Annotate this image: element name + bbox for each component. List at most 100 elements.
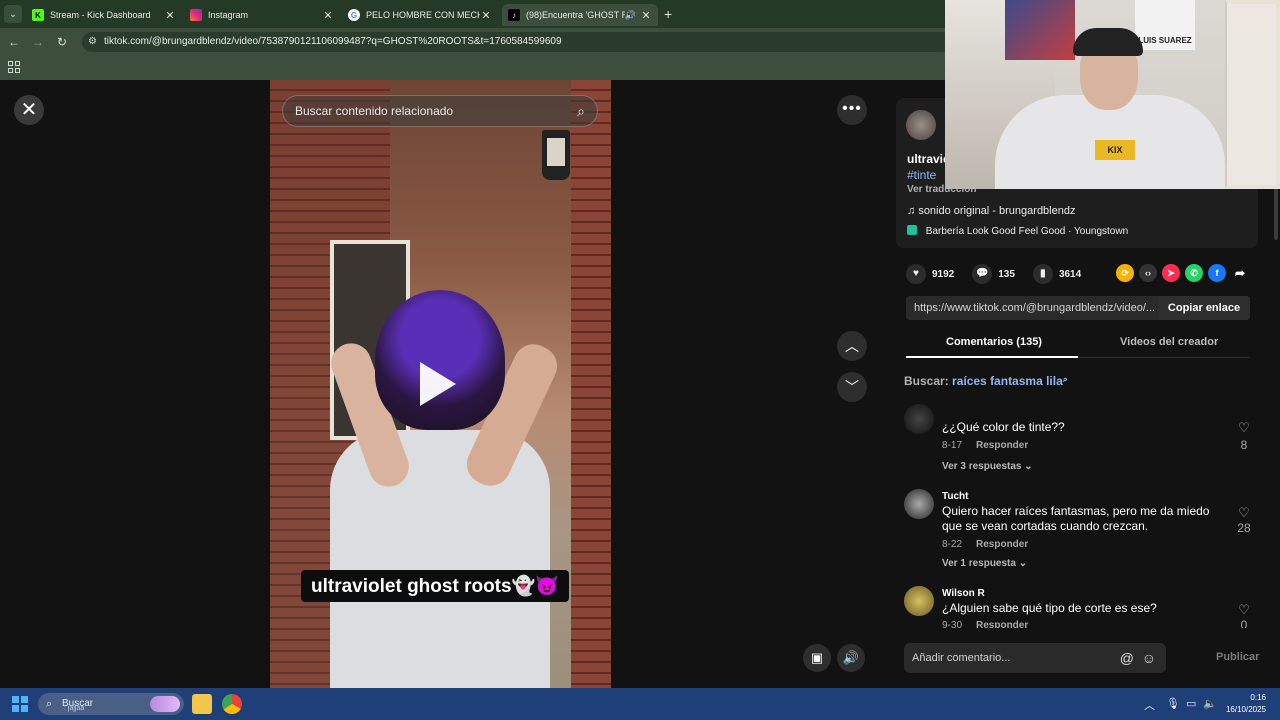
sound-link[interactable]: ♫ sonido original - brungardblendz xyxy=(907,205,1075,217)
share-arrow-icon[interactable]: ➦ xyxy=(1231,264,1249,282)
video-player[interactable]: Buscar contenido relacionado ⌕ ultraviol… xyxy=(270,80,611,688)
embed-icon[interactable]: ‹› xyxy=(1139,264,1157,282)
related-search-input[interactable]: Buscar contenido relacionado ⌕ xyxy=(282,95,598,127)
comment-text: Quiero hacer raíces fantasmas, pero me d… xyxy=(942,504,1210,533)
reply-button[interactable]: Responder xyxy=(976,440,1028,451)
previous-video-button[interactable]: ︿ xyxy=(837,331,867,361)
windows-start-icon[interactable] xyxy=(12,696,28,712)
webcam-overlay: LUIS SUAREZ KIX xyxy=(945,0,1280,189)
volume-icon[interactable]: 🔊 xyxy=(837,644,865,672)
reply-button[interactable]: Responder xyxy=(976,620,1028,628)
comment-like-count: 0 xyxy=(1240,618,1248,628)
reply-button[interactable]: Responder xyxy=(976,539,1028,550)
close-tab-icon[interactable]: ✕ xyxy=(164,9,176,22)
heart-icon: ♥ xyxy=(906,264,926,284)
video-stage: ✕ Buscar contenido relacionado ⌕ ultravi… xyxy=(0,80,882,688)
comment-item: Tucht Quiero hacer raíces fantasmas, per… xyxy=(904,489,1254,579)
tab-search-button[interactable]: ⌄ xyxy=(4,5,22,23)
music-note-icon: ♫ xyxy=(907,205,919,217)
close-tab-icon[interactable]: ✕ xyxy=(480,9,492,22)
tab-google-search[interactable]: G PELO HOMBRE CON MECHAS ✕ xyxy=(342,4,498,26)
comment-button[interactable]: 💬 135 xyxy=(972,264,1015,284)
repost-icon[interactable]: ⟳ xyxy=(1116,264,1134,282)
close-tab-icon[interactable]: ✕ xyxy=(640,9,652,22)
location-label: Barbería Look Good Feel Good · Youngstow… xyxy=(925,226,1129,237)
comment-like-icon[interactable]: ♡ xyxy=(1234,602,1254,618)
url-bar[interactable]: ⚙ tiktok.com/@brungardblendz/video/75387… xyxy=(82,32,952,52)
instagram-icon xyxy=(190,9,202,21)
related-search-placeholder: Buscar contenido relacionado xyxy=(295,104,454,118)
save-button[interactable]: ▮ 3614 xyxy=(1032,264,1081,284)
new-tab-button[interactable]: + xyxy=(664,6,672,22)
system-clock[interactable]: 0:16 16/10/2025 xyxy=(1226,692,1266,716)
url-text: tiktok.com/@brungardblendz/video/7538790… xyxy=(104,36,562,47)
active-tab-indicator xyxy=(906,356,1078,358)
location-link[interactable]: Barbería Look Good Feel Good · Youngstow… xyxy=(907,225,1128,237)
search-icon: ⌕ xyxy=(46,698,53,710)
suggestion-prefix: Buscar: xyxy=(904,374,949,388)
commenter-avatar[interactable] xyxy=(904,489,934,519)
hashtag-link[interactable]: #tinte xyxy=(907,168,936,182)
forward-icon[interactable]: → xyxy=(30,34,46,50)
tab-instagram[interactable]: Instagram ✕ xyxy=(184,4,340,26)
like-button[interactable]: ♥ 9192 xyxy=(906,264,954,284)
microphone-icon[interactable]: 🎙 xyxy=(1166,697,1180,710)
tab-tiktok[interactable]: ♪ (98)Encuentra 'GHOST ROO 🔊 ✕ xyxy=(502,4,658,26)
video-frame-person xyxy=(330,430,550,688)
close-tab-icon[interactable]: ✕ xyxy=(322,9,334,22)
webcam-poster xyxy=(1005,0,1075,60)
video-link-text: https://www.tiktok.com/@brungardblendz/v… xyxy=(914,302,1156,314)
search-icon[interactable]: ⌕ xyxy=(577,96,585,126)
file-explorer-icon[interactable] xyxy=(192,694,212,714)
facebook-icon[interactable]: f xyxy=(1208,264,1226,282)
comment-date: 8-17 xyxy=(942,440,963,451)
copy-link-button[interactable]: Copiar enlace xyxy=(1158,296,1250,320)
view-replies-button[interactable]: Ver 3 respuestas ⌄ xyxy=(942,461,1033,472)
bookmark-icon: ▮ xyxy=(1032,264,1053,284)
emoji-icon[interactable]: ☺ xyxy=(1142,643,1156,673)
floating-player-icon[interactable]: ▣ xyxy=(803,644,831,672)
publish-button[interactable]: Publicar xyxy=(1216,651,1259,663)
like-count: 9192 xyxy=(932,268,955,280)
taskbar-search[interactable]: ⌕ Buscar : jajjaa xyxy=(38,693,184,715)
suggestion-query: raíces fantasma lila xyxy=(952,374,1063,388)
tab-title: PELO HOMBRE CON MECHAS xyxy=(366,10,480,20)
tab-kick[interactable]: K Stream - Kick Dashboard ✕ xyxy=(26,4,182,26)
tab-creator-videos[interactable]: Videos del creador xyxy=(1120,336,1218,348)
mention-icon[interactable]: @ xyxy=(1120,643,1134,673)
apps-grid-icon[interactable] xyxy=(8,61,20,73)
tab-comments[interactable]: Comentarios (135) xyxy=(946,336,1042,348)
next-video-button[interactable]: ﹀ xyxy=(837,372,867,402)
view-replies-button[interactable]: Ver 1 respuesta ⌄ xyxy=(942,558,1027,569)
send-icon[interactable]: ➤ xyxy=(1162,264,1180,282)
comment-date: 8-22 xyxy=(942,539,963,550)
creator-avatar[interactable] xyxy=(906,110,936,140)
whatsapp-icon[interactable]: ✆ xyxy=(1185,264,1203,282)
creator-username[interactable]: ultravic xyxy=(907,152,950,166)
search-suggestion[interactable]: Buscar: raíces fantasma lila⌕ xyxy=(904,374,1068,388)
speaker-icon[interactable]: 🔊 xyxy=(625,10,636,21)
commenter-avatar[interactable] xyxy=(904,586,934,616)
reload-icon[interactable]: ↻ xyxy=(54,34,70,50)
network-icon[interactable]: ▭ xyxy=(1186,697,1196,710)
close-video-button[interactable]: ✕ xyxy=(14,95,44,125)
chevron-down-icon: ⌄ xyxy=(1024,461,1033,472)
engagement-stats: ♥ 9192 💬 135 ▮ 3614 xyxy=(906,264,1099,284)
commenter-avatar[interactable] xyxy=(904,404,934,434)
comment-author[interactable]: Tucht xyxy=(942,491,968,502)
video-link-field[interactable]: https://www.tiktok.com/@brungardblendz/v… xyxy=(906,296,1250,320)
comment-like-icon[interactable]: ♡ xyxy=(1234,505,1254,521)
comment-meta: 9-30 Responder xyxy=(942,620,1028,628)
show-hidden-icons[interactable]: ︿ xyxy=(1144,697,1155,713)
back-icon[interactable]: ← xyxy=(6,34,22,50)
play-icon[interactable] xyxy=(420,362,456,406)
volume-tray-icon[interactable]: 🔈 xyxy=(1203,697,1217,710)
site-info-icon[interactable]: ⚙ xyxy=(88,32,97,52)
comment-author[interactable]: Wilson R xyxy=(942,588,985,599)
webcam-streamer-cap xyxy=(1073,28,1143,56)
comment-like-icon[interactable]: ♡ xyxy=(1234,420,1254,436)
chrome-icon[interactable] xyxy=(222,694,242,714)
screen: ⌄ K Stream - Kick Dashboard ✕ Instagram … xyxy=(0,0,1280,720)
add-comment-input[interactable]: Añadir comentario... @ ☺ xyxy=(904,643,1166,673)
more-options-button[interactable]: ••• xyxy=(837,95,867,125)
